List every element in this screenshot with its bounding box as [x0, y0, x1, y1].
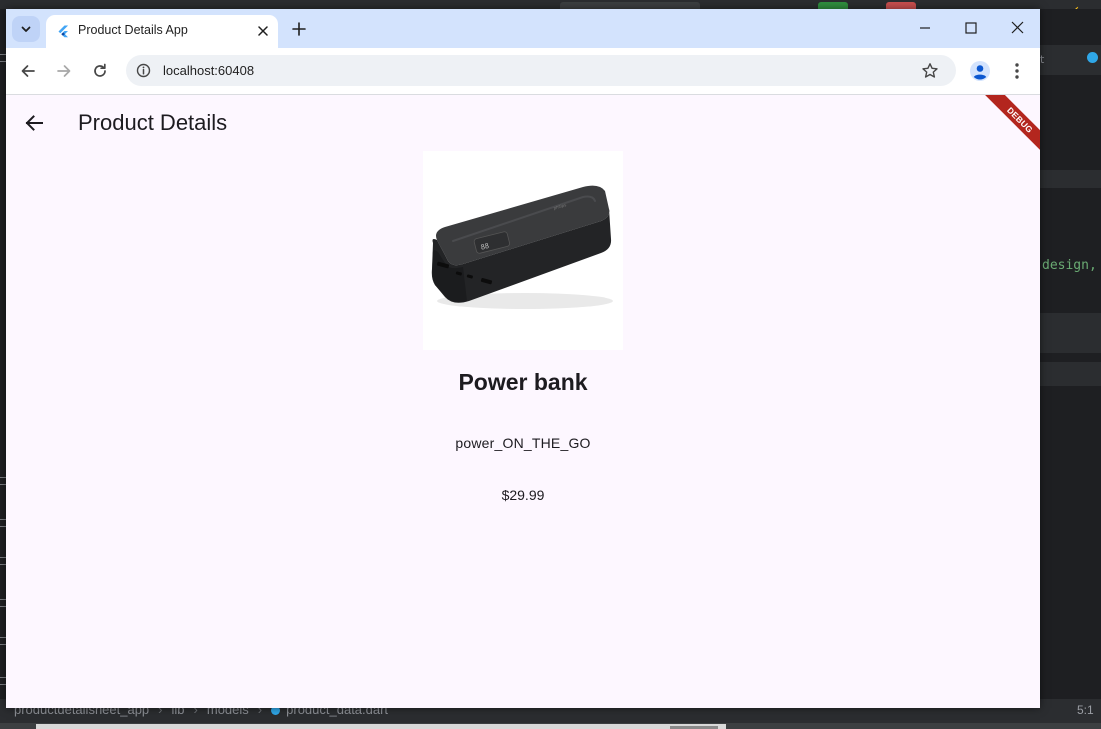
browser-window: Product Details App localhost:60408 Prod…: [6, 9, 1040, 708]
ide-line-highlight: [1040, 170, 1101, 188]
site-info-icon[interactable]: [136, 63, 151, 78]
forward-button[interactable]: [51, 58, 77, 84]
tab-close-button[interactable]: [254, 22, 272, 40]
plus-icon: [292, 22, 306, 36]
back-button[interactable]: [15, 58, 41, 84]
cursor-position[interactable]: 5:1: [1077, 703, 1094, 717]
app-viewport: Product Details DEBUG 88 philips Power b…: [6, 95, 1040, 708]
flutter-logo-icon: [58, 25, 69, 38]
ide-search-chip[interactable]: [560, 2, 700, 9]
maximize-icon: [965, 21, 977, 34]
close-icon: [258, 26, 268, 36]
minimize-icon: [920, 26, 930, 29]
browser-menu-button[interactable]: [1006, 60, 1028, 82]
debug-banner: DEBUG: [981, 95, 1040, 159]
tab-title: Product Details App: [78, 23, 188, 37]
ide-code-fragment: design,: [1042, 258, 1097, 273]
minimize-button[interactable]: [902, 9, 948, 46]
arrow-right-icon: [57, 65, 71, 77]
horizontal-scrollbar-track: [36, 724, 726, 729]
bookmark-star-icon[interactable]: [921, 62, 939, 80]
reload-icon: [94, 63, 106, 77]
product-price: $29.99: [501, 487, 545, 503]
ide-editor-panel: [1040, 9, 1101, 699]
tab-product-details[interactable]: Product Details App: [46, 15, 278, 48]
product-name: Power bank: [458, 369, 588, 395]
maximize-button[interactable]: [948, 9, 994, 46]
close-window-button[interactable]: [994, 9, 1040, 46]
ide-run-chip[interactable]: [818, 2, 848, 9]
chevron-down-icon: [21, 26, 31, 32]
url-text[interactable]: localhost:60408: [163, 63, 254, 78]
page-title: Product Details: [78, 110, 228, 135]
product-description: power_ON_THE_GO: [455, 435, 591, 451]
arrow-back-icon: [25, 115, 43, 131]
product-image: 88 philips: [423, 151, 623, 350]
ide-line-highlight: [1040, 362, 1101, 386]
ide-stop-chip[interactable]: [886, 2, 916, 9]
ide-tab-fragment[interactable]: t: [1040, 53, 1044, 66]
ide-title-bar: [0, 0, 1101, 9]
reload-button[interactable]: [87, 58, 113, 84]
ide-line-highlight: [1040, 313, 1101, 353]
power-bank-image: 88 philips: [431, 185, 613, 309]
profile-avatar-icon[interactable]: [969, 60, 991, 82]
browser-toolbar: localhost:60408: [6, 48, 1040, 95]
tab-search-button[interactable]: [12, 16, 40, 42]
new-tab-button[interactable]: [288, 18, 310, 40]
dart-file-icon: [1087, 52, 1098, 63]
tab-strip: Product Details App: [6, 9, 1040, 48]
more-vert-icon: [1015, 63, 1019, 79]
close-icon: [1011, 21, 1023, 34]
app-back-button[interactable]: [20, 109, 48, 137]
arrow-left-icon: [21, 65, 35, 77]
address-bar[interactable]: localhost:60408: [126, 55, 956, 86]
